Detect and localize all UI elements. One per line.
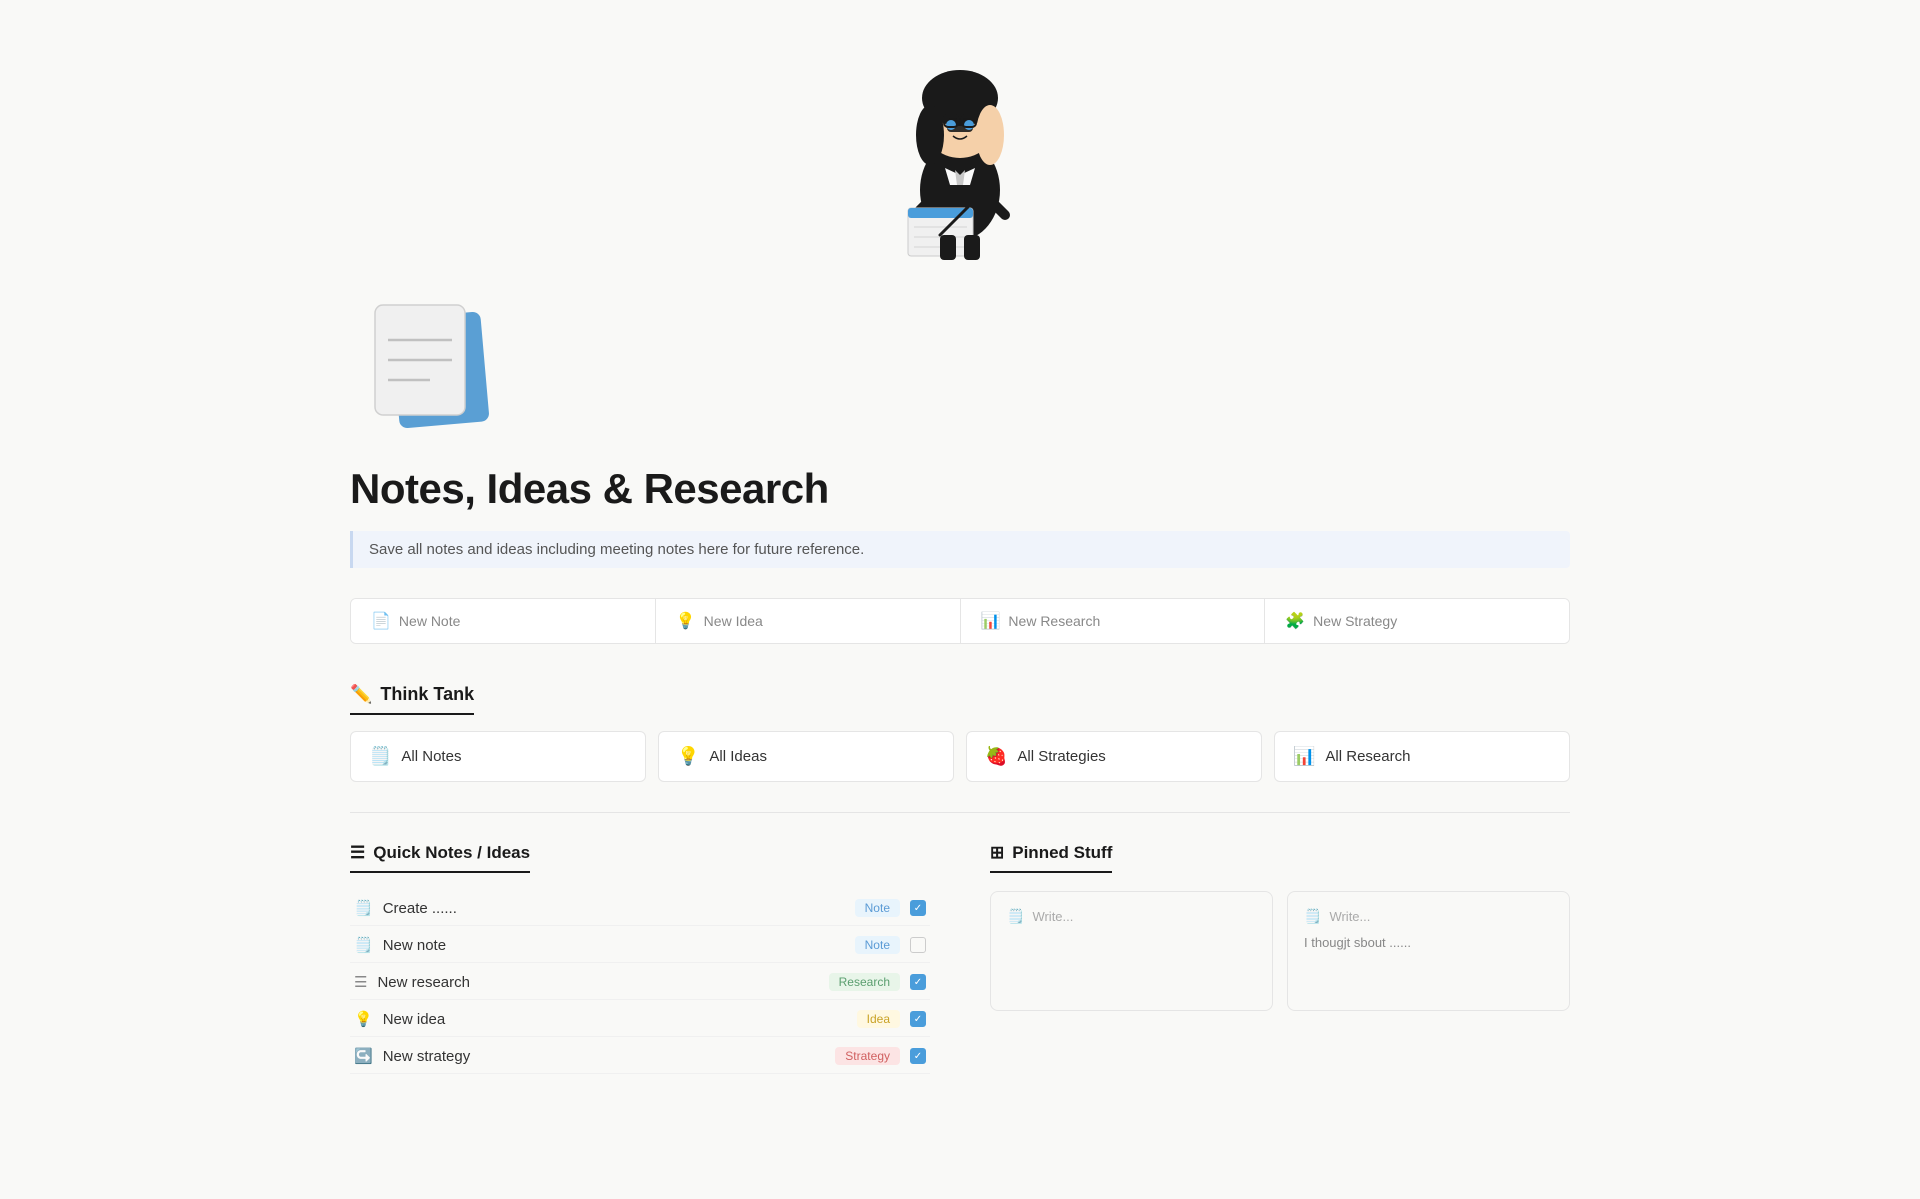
subtitle-text: Save all notes and ideas including meeti… [369, 541, 864, 558]
note-row-title-2: New research [377, 974, 828, 991]
note-tag-3: Idea [857, 1010, 900, 1028]
note-checkbox-3[interactable] [910, 1011, 926, 1027]
new-note-label: New Note [399, 613, 460, 629]
note-checkbox-0[interactable] [910, 900, 926, 916]
note-row: 💡 New idea Idea [350, 1002, 930, 1037]
new-research-label: New Research [1008, 613, 1100, 629]
note-row-title-4: New strategy [383, 1048, 836, 1065]
all-ideas-label: All Ideas [709, 748, 767, 765]
pinned-cards-grid: 🗒️ Write... 🗒️ Write... I thougjt sbout … [990, 891, 1570, 1011]
new-idea-label: New Idea [704, 613, 763, 629]
note-tag-4: Strategy [835, 1047, 900, 1065]
pinned-card-label-1: Write... [1329, 909, 1370, 924]
all-ideas-icon: 💡 [677, 746, 699, 767]
new-note-button[interactable]: 📄 New Note [351, 599, 656, 643]
all-research-card[interactable]: 📊 All Research [1274, 731, 1570, 782]
section-divider [350, 812, 1570, 813]
pinned-card-icon-1: 🗒️ [1304, 908, 1321, 925]
note-row-icon-4: ↪️ [354, 1047, 373, 1065]
new-idea-icon: 💡 [676, 611, 696, 631]
quick-notes-section: ☰ Quick Notes / Ideas 🗒️ Create ...... N… [350, 843, 930, 1074]
note-checkbox-4[interactable] [910, 1048, 926, 1064]
all-strategies-label: All Strategies [1017, 748, 1105, 765]
pinned-card-body-1: I thougjt sbout ...... [1304, 933, 1553, 953]
new-strategy-button[interactable]: 🧩 New Strategy [1265, 599, 1569, 643]
pinned-card-1[interactable]: 🗒️ Write... I thougjt sbout ...... [1287, 891, 1570, 1011]
quick-notes-heading-wrap: ☰ Quick Notes / Ideas [350, 843, 930, 873]
pinned-heading-wrap: ⊞ Pinned Stuff [990, 843, 1570, 873]
think-tank-heading-wrap: ✏️ Think Tank [350, 684, 1570, 715]
new-note-icon: 📄 [371, 611, 391, 631]
new-strategy-label: New Strategy [1313, 613, 1397, 629]
note-tag-0: Note [855, 899, 900, 917]
note-row-icon-1: 🗒️ [354, 936, 373, 954]
note-row-icon-2: ☰ [354, 973, 367, 991]
new-research-button[interactable]: 📊 New Research [961, 599, 1266, 643]
note-row: ☰ New research Research [350, 965, 930, 1000]
all-notes-card[interactable]: 🗒️ All Notes [350, 731, 646, 782]
new-idea-button[interactable]: 💡 New Idea [656, 599, 961, 643]
page-title: Notes, Ideas & Research [350, 465, 1570, 513]
all-research-label: All Research [1325, 748, 1410, 765]
quick-notes-title: Quick Notes / Ideas [373, 843, 530, 863]
pinned-icon: ⊞ [990, 843, 1004, 863]
new-strategy-icon: 🧩 [1285, 611, 1305, 631]
bottom-grid: ☰ Quick Notes / Ideas 🗒️ Create ...... N… [350, 843, 1570, 1074]
pinned-card-header-1: 🗒️ Write... [1304, 908, 1553, 925]
pinned-section: ⊞ Pinned Stuff 🗒️ Write... 🗒️ Write... [990, 843, 1570, 1074]
note-tag-1: Note [855, 936, 900, 954]
quick-notes-heading: ☰ Quick Notes / Ideas [350, 843, 530, 873]
view-cards-grid: 🗒️ All Notes 💡 All Ideas 🍓 All Strategie… [350, 731, 1570, 782]
all-notes-label: All Notes [401, 748, 461, 765]
note-row-title-1: New note [383, 937, 855, 954]
note-row: 🗒️ Create ...... Note [350, 891, 930, 926]
notes-list: 🗒️ Create ...... Note 🗒️ New note Note ☰… [350, 891, 930, 1074]
note-checkbox-2[interactable] [910, 974, 926, 990]
note-row-title-3: New idea [383, 1011, 857, 1028]
note-tag-2: Research [829, 973, 900, 991]
hero-illustration [350, 0, 1570, 270]
note-row-icon-0: 🗒️ [354, 899, 373, 917]
all-strategies-icon: 🍓 [985, 746, 1007, 767]
note-row: 🗒️ New note Note [350, 928, 930, 963]
quick-notes-icon: ☰ [350, 843, 365, 863]
think-tank-heading: ✏️ Think Tank [350, 684, 474, 715]
all-strategies-card[interactable]: 🍓 All Strategies [966, 731, 1262, 782]
quick-actions-bar: 📄 New Note 💡 New Idea 📊 New Research 🧩 N… [350, 598, 1570, 644]
all-research-icon: 📊 [1293, 746, 1315, 767]
pinned-card-icon-0: 🗒️ [1007, 908, 1024, 925]
note-row-icon-3: 💡 [354, 1010, 373, 1028]
pinned-card-label-0: Write... [1032, 909, 1073, 924]
think-tank-title: Think Tank [380, 684, 474, 705]
page-icon [350, 270, 1570, 465]
pinned-card-header-0: 🗒️ Write... [1007, 908, 1256, 925]
subtitle-block: Save all notes and ideas including meeti… [350, 531, 1570, 568]
pinned-heading: ⊞ Pinned Stuff [990, 843, 1112, 873]
all-notes-icon: 🗒️ [369, 746, 391, 767]
note-row-title-0: Create ...... [383, 900, 855, 917]
note-row: ↪️ New strategy Strategy [350, 1039, 930, 1074]
pinned-card-0[interactable]: 🗒️ Write... [990, 891, 1273, 1011]
all-ideas-card[interactable]: 💡 All Ideas [658, 731, 954, 782]
think-tank-section: ✏️ Think Tank 🗒️ All Notes 💡 All Ideas 🍓… [350, 684, 1570, 782]
new-research-icon: 📊 [981, 611, 1001, 631]
note-checkbox-1[interactable] [910, 937, 926, 953]
pencil-icon: ✏️ [350, 684, 372, 705]
pinned-title: Pinned Stuff [1012, 843, 1112, 863]
